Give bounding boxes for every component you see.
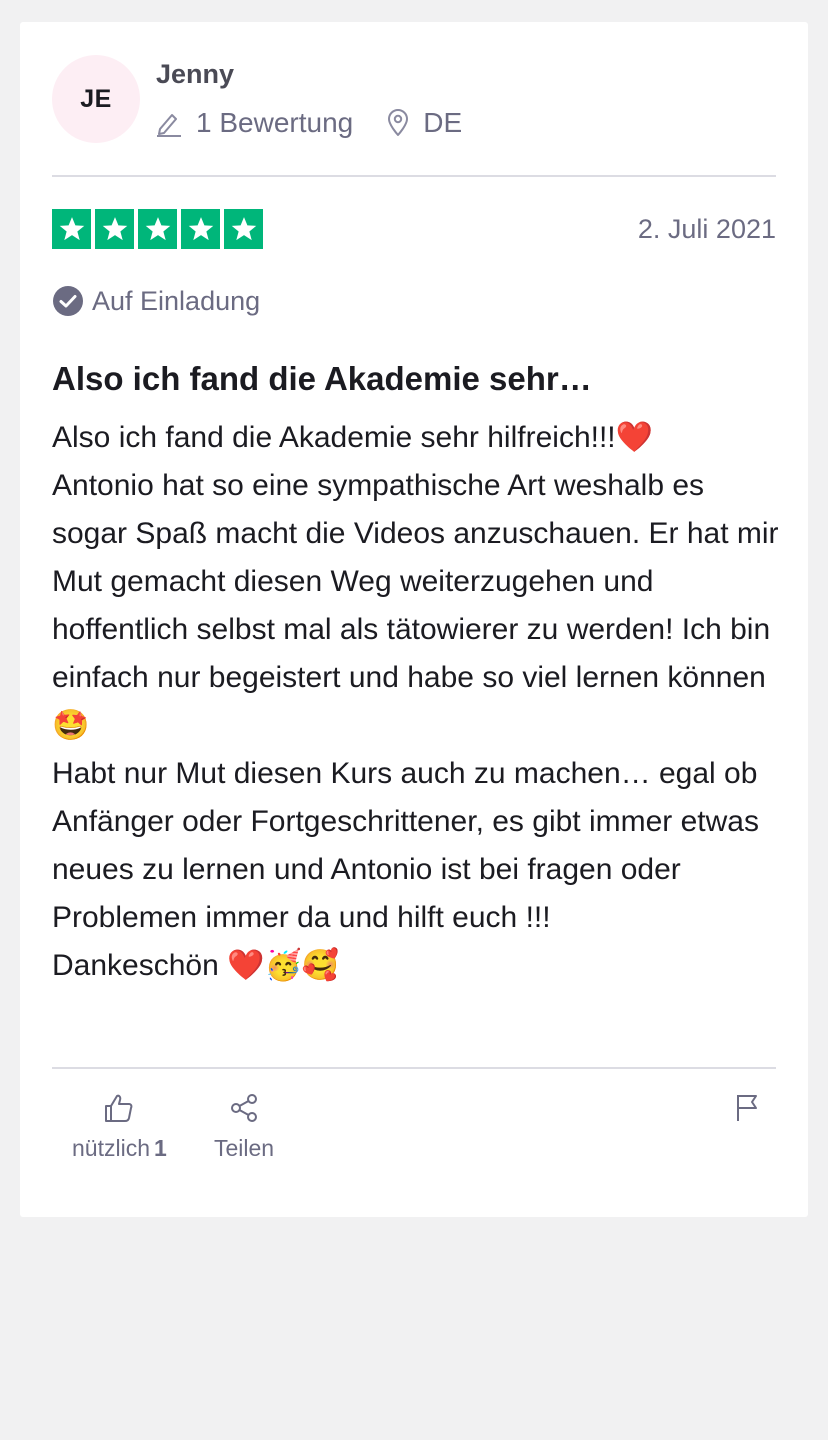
star-rating (52, 209, 263, 249)
review-card: JE Jenny 1 Bewertung DE 2. Juli 2021 Auf… (20, 22, 808, 1217)
star-icon (95, 209, 134, 249)
review-count-label: 1 Bewertung (196, 107, 354, 138)
star-icon (181, 209, 220, 249)
thumbs-up-icon (105, 1094, 133, 1122)
share-button[interactable]: Teilen (214, 1092, 274, 1162)
useful-button[interactable]: nützlich 1 (72, 1092, 167, 1162)
location-pin-icon (388, 109, 409, 136)
review-actions: nützlich 1 Teilen (52, 1092, 776, 1172)
useful-label: nützlich (72, 1135, 150, 1161)
divider (52, 1067, 776, 1069)
divider (52, 175, 776, 177)
reviewer-country: DE (387, 107, 462, 139)
report-button[interactable] (732, 1092, 762, 1124)
country-label: DE (423, 107, 463, 138)
invited-badge-label: Auf Einladung (92, 285, 261, 316)
star-icon (52, 209, 91, 249)
reviewer-header: JE Jenny 1 Bewertung DE (52, 55, 776, 143)
check-circle-icon (53, 286, 83, 316)
review-date: 2. Juli 2021 (637, 214, 776, 244)
share-icon (231, 1094, 258, 1122)
review-title[interactable]: Also ich fand die Akademie sehr… (52, 358, 776, 400)
avatar[interactable]: JE (52, 55, 140, 143)
share-label: Teilen (214, 1135, 275, 1161)
star-icon (224, 209, 263, 249)
flag-icon (737, 1095, 757, 1121)
reviewer-name[interactable]: Jenny (156, 57, 234, 91)
useful-count: 1 (153, 1135, 167, 1161)
review-text: Also ich fand die Akademie sehr hilfreic… (52, 421, 779, 982)
star-icon (138, 209, 177, 249)
reviewer-meta: 1 Bewertung DE (156, 105, 462, 141)
review-count: 1 Bewertung (156, 107, 353, 139)
invited-badge[interactable]: Auf Einladung (52, 284, 260, 318)
pencil-icon (157, 114, 181, 137)
